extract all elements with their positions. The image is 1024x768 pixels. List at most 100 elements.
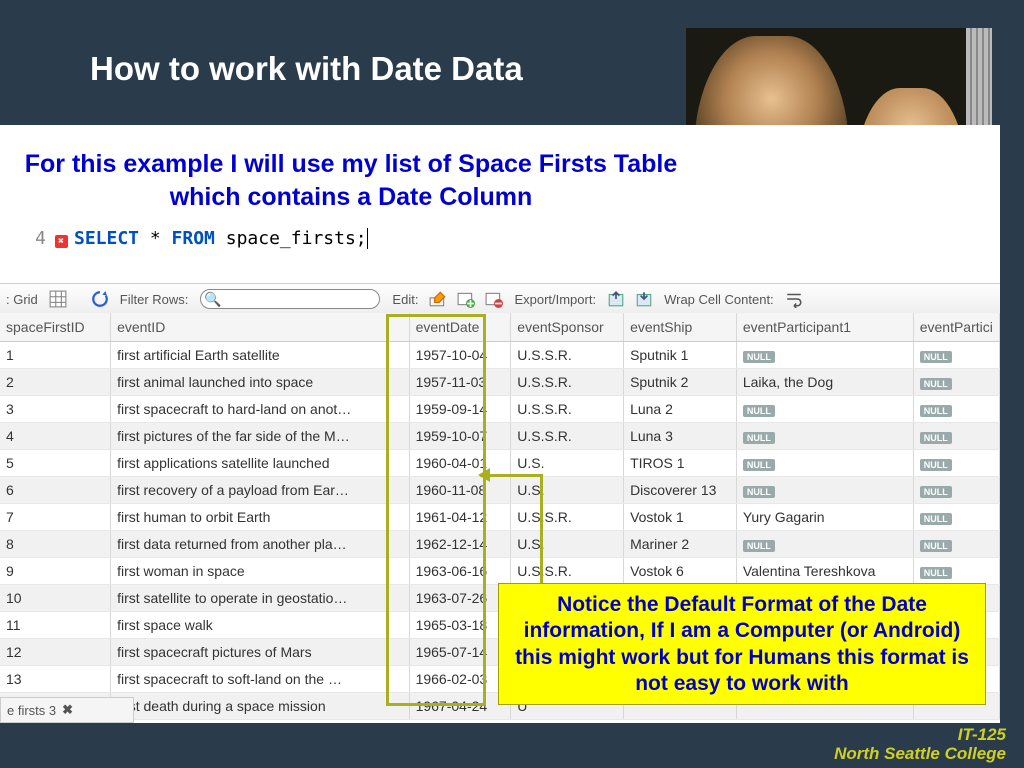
cell-id[interactable]: 5	[0, 450, 111, 477]
cell-sh[interactable]: Luna 2	[624, 396, 737, 423]
cell-id[interactable]: 3	[0, 396, 111, 423]
cell-sp[interactable]: U.S.S.R.	[511, 423, 624, 450]
cell-p1[interactable]: NULL	[736, 423, 913, 450]
cell-ev[interactable]: first woman in space	[111, 558, 410, 585]
cell-id[interactable]: 6	[0, 477, 111, 504]
cell-sp[interactable]: U.S.S.R.	[511, 369, 624, 396]
cell-p2[interactable]: NULL	[913, 423, 999, 450]
cell-id[interactable]: 4	[0, 423, 111, 450]
cell-p2[interactable]: NULL	[913, 342, 999, 369]
cell-p1[interactable]: Laika, the Dog	[736, 369, 913, 396]
cell-id[interactable]: 13	[0, 666, 111, 693]
cell-sh[interactable]: TIROS 1	[624, 450, 737, 477]
cell-dt[interactable]: 1959-10-07	[409, 423, 511, 450]
cell-ev[interactable]: first spacecraft to hard-land on anot…	[111, 396, 410, 423]
cell-dt[interactable]: 1965-07-14	[409, 639, 511, 666]
cell-ev[interactable]: first space walk	[111, 612, 410, 639]
cell-sp[interactable]: U.S.S.R.	[511, 396, 624, 423]
table-row[interactable]: 4first pictures of the far side of the M…	[0, 423, 1000, 450]
cell-p1[interactable]: NULL	[736, 531, 913, 558]
cell-p1[interactable]: Yury Gagarin	[736, 504, 913, 531]
grid-icon[interactable]	[47, 289, 69, 309]
cell-sp[interactable]: U.S.	[511, 531, 624, 558]
cell-p2[interactable]: NULL	[913, 531, 999, 558]
cell-ev[interactable]: first data returned from another pla…	[111, 531, 410, 558]
cell-id[interactable]: 1	[0, 342, 111, 369]
cell-dt[interactable]: 1959-09-14	[409, 396, 511, 423]
col-eventID[interactable]: eventID	[111, 313, 410, 342]
sql-code[interactable]: SELECT * FROM space_firsts;	[70, 228, 760, 249]
cell-p2[interactable]: NULL	[913, 504, 999, 531]
cell-dt[interactable]: 1961-04-12	[409, 504, 511, 531]
cell-dt[interactable]: 1957-11-03	[409, 369, 511, 396]
cell-dt[interactable]: 1963-06-16	[409, 558, 511, 585]
cell-sp[interactable]: U.S.	[511, 477, 624, 504]
cell-id[interactable]: 7	[0, 504, 111, 531]
cell-dt[interactable]: 1967-04-24	[409, 693, 511, 720]
cell-p1[interactable]: NULL	[736, 396, 913, 423]
delete-row-icon[interactable]	[483, 289, 505, 309]
cell-sh[interactable]: Vostok 6	[624, 558, 737, 585]
cell-ev[interactable]: first applications satellite launched	[111, 450, 410, 477]
cell-sh[interactable]: Sputnik 2	[624, 369, 737, 396]
cell-sp[interactable]: U.S.S.R.	[511, 342, 624, 369]
col-spaceFirstID[interactable]: spaceFirstID	[0, 313, 111, 342]
table-row[interactable]: 9first woman in space1963-06-16U.S.S.R.V…	[0, 558, 1000, 585]
cell-p2[interactable]: NULL	[913, 396, 999, 423]
cell-dt[interactable]: 1957-10-04	[409, 342, 511, 369]
cell-p2[interactable]: NULL	[913, 450, 999, 477]
cell-dt[interactable]: 1966-02-03	[409, 666, 511, 693]
cell-sh[interactable]: Luna 3	[624, 423, 737, 450]
result-tab[interactable]: e firsts 3 ✖	[0, 697, 134, 723]
table-row[interactable]: 2first animal launched into space1957-11…	[0, 369, 1000, 396]
cell-dt[interactable]: 1962-12-14	[409, 531, 511, 558]
cell-dt[interactable]: 1960-11-08	[409, 477, 511, 504]
cell-sp[interactable]: U.S.S.R.	[511, 558, 624, 585]
cell-dt[interactable]: 1965-03-18	[409, 612, 511, 639]
cell-sh[interactable]: Discoverer 13	[624, 477, 737, 504]
header-row[interactable]: spaceFirstID eventID eventDate eventSpon…	[0, 313, 1000, 342]
cell-ev[interactable]: first spacecraft to soft-land on the …	[111, 666, 410, 693]
import-icon[interactable]	[633, 289, 655, 309]
table-row[interactable]: 1first artificial Earth satellite1957-10…	[0, 342, 1000, 369]
table-row[interactable]: 5first applications satellite launched19…	[0, 450, 1000, 477]
cell-sp[interactable]: U.S.	[511, 450, 624, 477]
edit-row-icon[interactable]	[427, 289, 449, 309]
cell-ev[interactable]: first animal launched into space	[111, 369, 410, 396]
cell-dt[interactable]: 1960-04-01	[409, 450, 511, 477]
table-row[interactable]: 3first spacecraft to hard-land on anot…1…	[0, 396, 1000, 423]
col-eventShip[interactable]: eventShip	[624, 313, 737, 342]
cell-id[interactable]: 11	[0, 612, 111, 639]
cell-p2[interactable]: NULL	[913, 477, 999, 504]
table-row[interactable]: 6first recovery of a payload from Ear…19…	[0, 477, 1000, 504]
cell-sp[interactable]: U.S.S.R.	[511, 504, 624, 531]
table-row[interactable]: 7first human to orbit Earth1961-04-12U.S…	[0, 504, 1000, 531]
breakpoint-icon[interactable]: ✖	[52, 228, 70, 249]
cell-p1[interactable]: Valentina Tereshkova	[736, 558, 913, 585]
cell-p2[interactable]: NULL	[913, 558, 999, 585]
wrap-icon[interactable]	[783, 289, 805, 309]
cell-ev[interactable]: first pictures of the far side of the M…	[111, 423, 410, 450]
close-icon[interactable]: ✖	[62, 702, 73, 718]
col-eventDate[interactable]: eventDate	[409, 313, 511, 342]
cell-ev[interactable]: first satellite to operate in geostatio…	[111, 585, 410, 612]
cell-ev[interactable]: first human to orbit Earth	[111, 504, 410, 531]
cell-p1[interactable]: NULL	[736, 477, 913, 504]
cell-id[interactable]: 8	[0, 531, 111, 558]
export-icon[interactable]	[605, 289, 627, 309]
cell-ev[interactable]: first recovery of a payload from Ear…	[111, 477, 410, 504]
cell-p1[interactable]: NULL	[736, 342, 913, 369]
cell-ev[interactable]: first death during a space mission	[111, 693, 410, 720]
refresh-icon[interactable]	[89, 289, 111, 309]
filter-input[interactable]	[200, 289, 380, 309]
cell-sh[interactable]: Sputnik 1	[624, 342, 737, 369]
cell-id[interactable]: 10	[0, 585, 111, 612]
cell-id[interactable]: 2	[0, 369, 111, 396]
cell-p1[interactable]: NULL	[736, 450, 913, 477]
sql-editor[interactable]: 4 ✖ SELECT * FROM space_firsts;	[0, 225, 760, 251]
cell-sh[interactable]: Mariner 2	[624, 531, 737, 558]
add-row-icon[interactable]	[455, 289, 477, 309]
col-eventParticipant2[interactable]: eventPartici	[913, 313, 999, 342]
cell-sh[interactable]: Vostok 1	[624, 504, 737, 531]
col-eventParticipant1[interactable]: eventParticipant1	[736, 313, 913, 342]
